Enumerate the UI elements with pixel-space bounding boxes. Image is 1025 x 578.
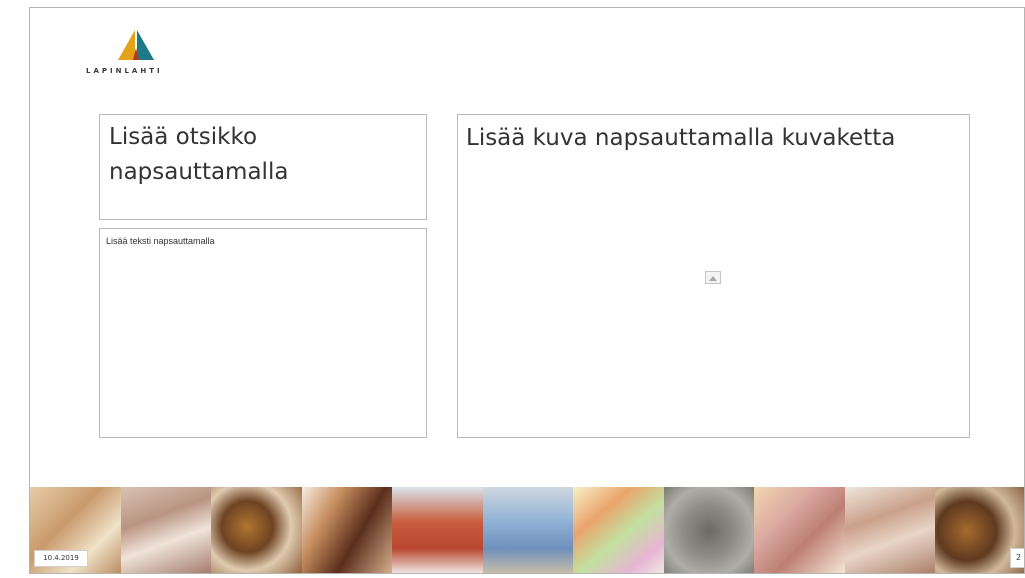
picture-icon[interactable] [705, 271, 721, 284]
footer-slide-number: 2 [1010, 548, 1024, 568]
picture-placeholder[interactable]: Lisää kuva napsauttamalla kuvaketta [457, 114, 970, 438]
banner-photo [120, 487, 212, 573]
banner-photo [392, 487, 483, 573]
logo-wordmark: LAPINLAHTI [86, 67, 163, 75]
banner-photo [844, 487, 936, 573]
text-placeholder[interactable]: Lisää teksti napsauttamalla [99, 228, 427, 438]
photo-banner: 10.4.2019 2 [30, 487, 1024, 573]
banner-photo [211, 487, 302, 573]
logo-mark-icon [118, 30, 154, 60]
banner-photo [754, 487, 845, 573]
banner-photo [663, 487, 755, 573]
picture-placeholder-text: Lisää kuva napsauttamalla kuvaketta [466, 125, 896, 151]
slide-canvas: LAPINLAHTI Lisää otsikko napsauttamalla … [29, 7, 1025, 574]
banner-photo [482, 487, 574, 573]
banner-photo: 2 [935, 487, 1024, 573]
banner-photo [573, 487, 664, 573]
banner-photo [301, 487, 393, 573]
title-placeholder-text: Lisää otsikko napsauttamalla [109, 124, 289, 185]
footer-date: 10.4.2019 [34, 550, 88, 567]
banner-photo: 10.4.2019 [30, 487, 121, 573]
lapinlahti-logo: LAPINLAHTI [86, 24, 236, 84]
text-placeholder-text: Lisää teksti napsauttamalla [106, 236, 215, 246]
title-placeholder[interactable]: Lisää otsikko napsauttamalla [99, 114, 427, 220]
